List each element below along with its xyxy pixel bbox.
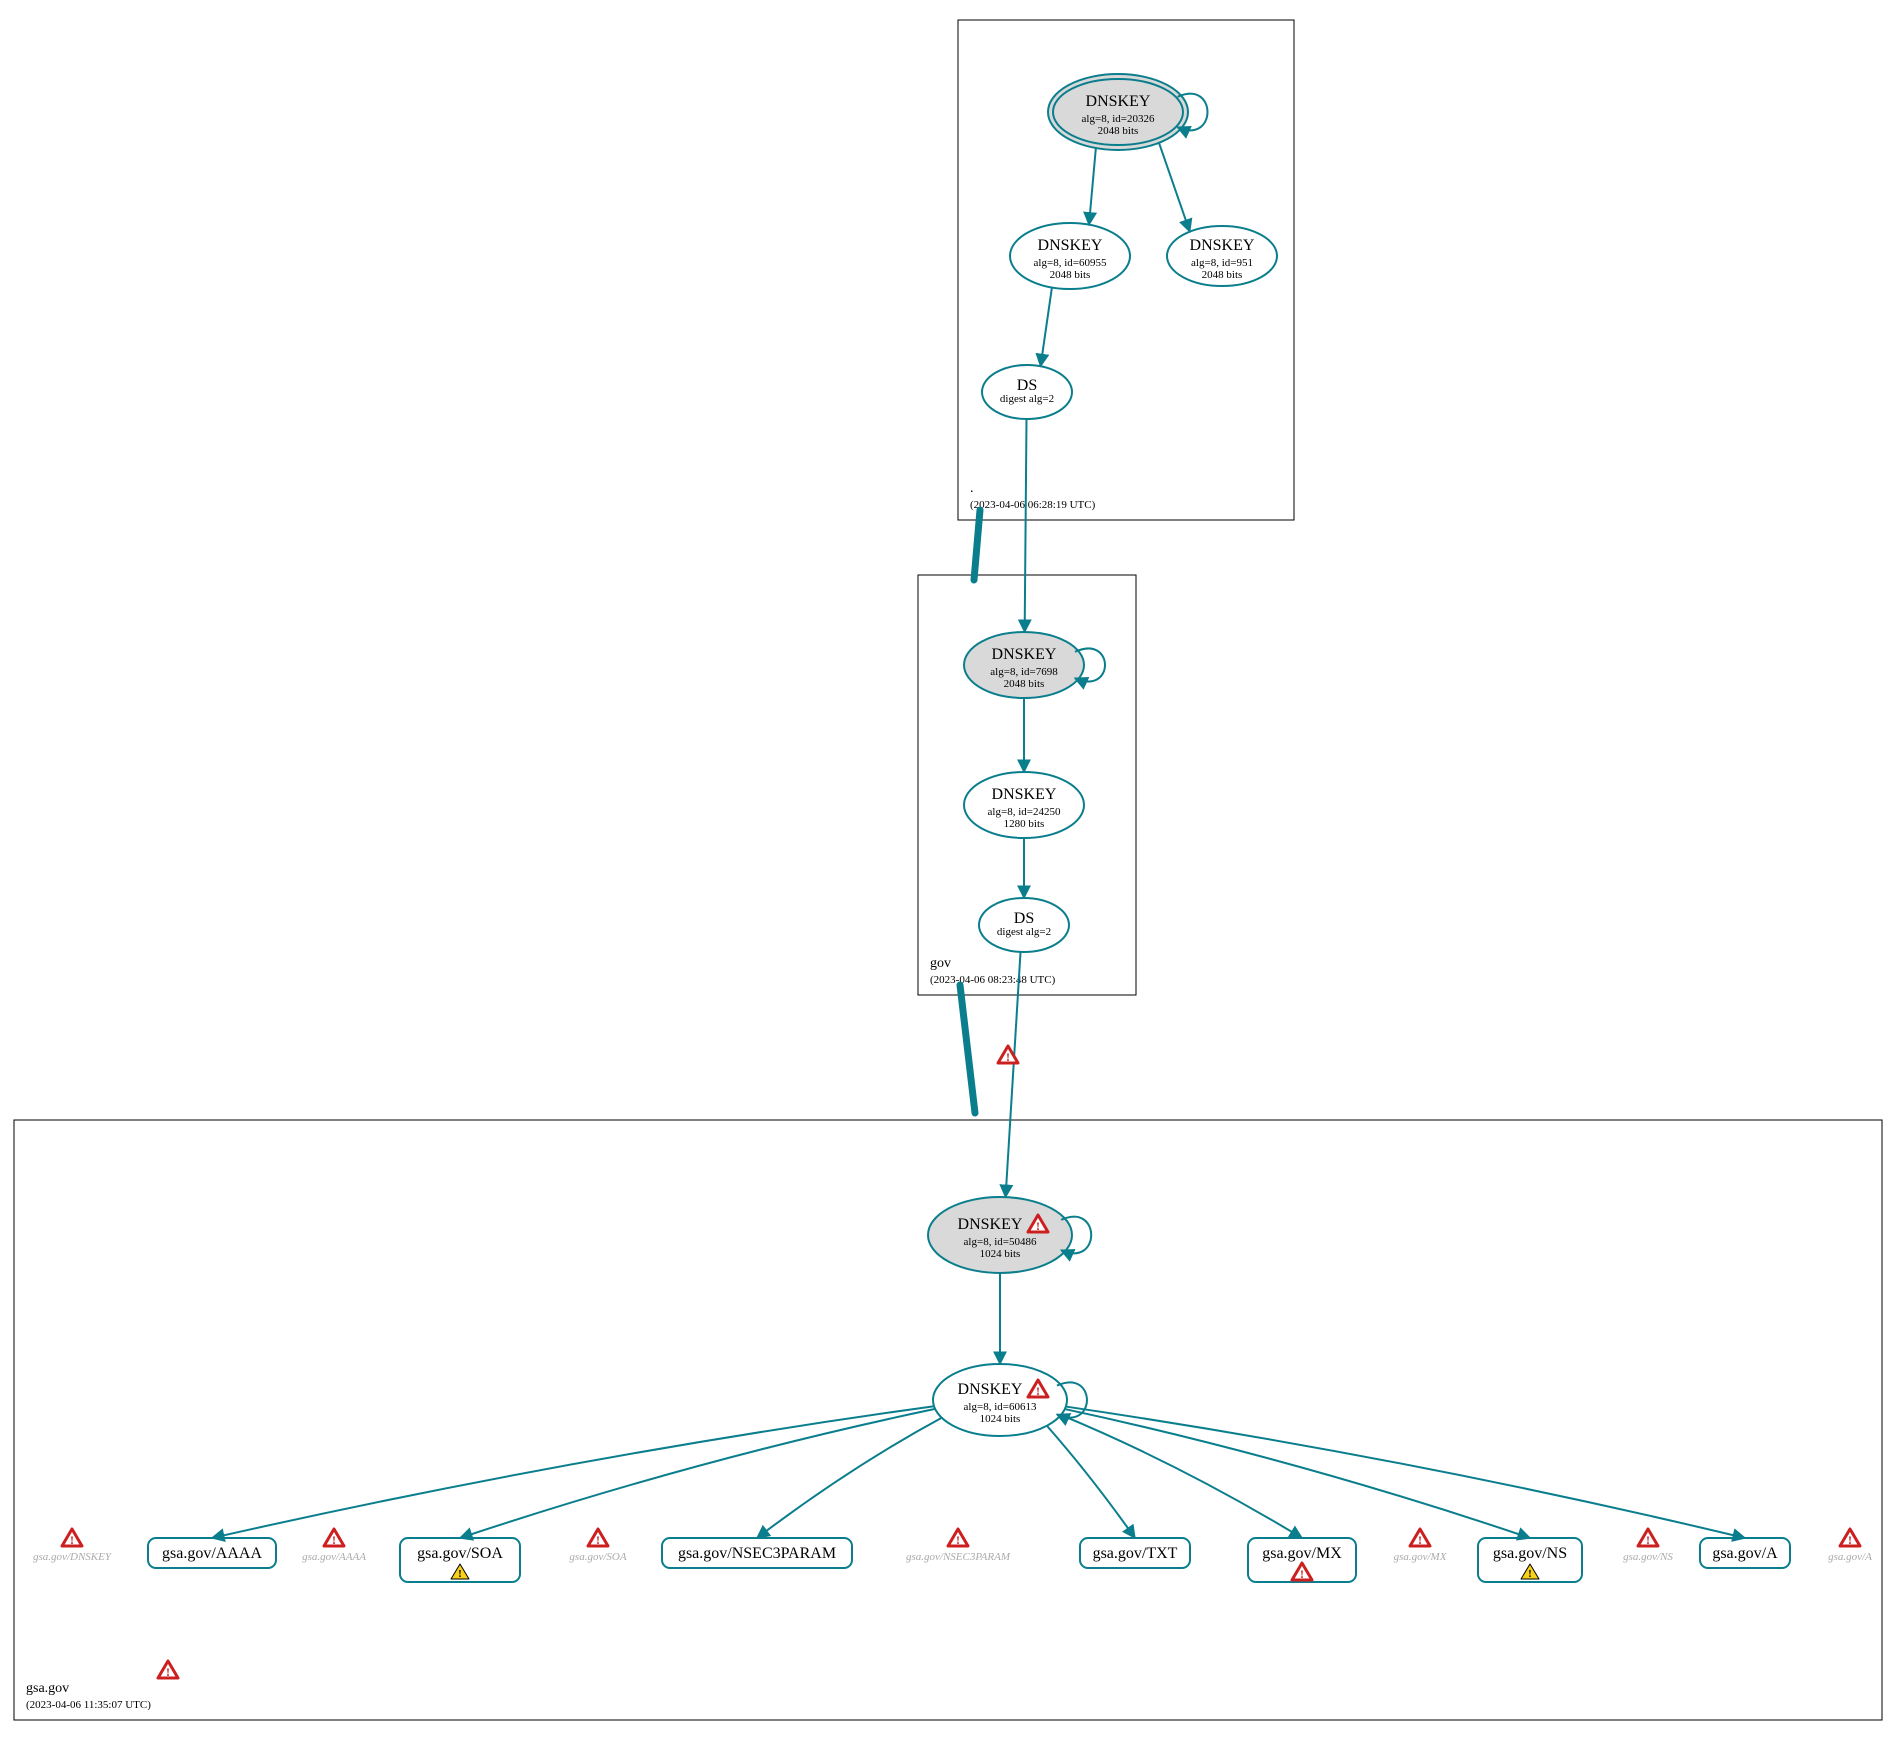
edge xyxy=(1089,148,1096,225)
svg-text:!: ! xyxy=(1036,1219,1040,1233)
faded-rrset: gsa.gov/MX xyxy=(1394,1551,1448,1563)
node-gov-ksk: DNSKEY alg=8, id=76982048 bits xyxy=(964,632,1105,698)
node-gsa-zsk: DNSKEY! alg=8, id=606131024 bits xyxy=(933,1364,1087,1436)
error-icon: ! xyxy=(158,1661,178,1679)
dnssec-graph: . (2023-04-06 06:28:19 UTC) DNSKEY alg=8, i… xyxy=(0,0,1901,1749)
svg-text:!: ! xyxy=(956,1533,960,1547)
rrset-label: gsa.gov/AAAA xyxy=(162,1545,262,1562)
node-title: DNSKEY xyxy=(992,646,1057,663)
node-sub: 2048 bits xyxy=(1098,125,1139,137)
zone-label: gov xyxy=(930,956,951,971)
node-title: DNSKEY xyxy=(958,1216,1023,1233)
rrset-node: gsa.gov/A xyxy=(1700,1538,1790,1568)
node-root-ds: DSdigest alg=2 xyxy=(982,365,1072,419)
rrset-label: gsa.gov/SOA xyxy=(417,1545,503,1562)
node-sub: 1024 bits xyxy=(980,1413,1021,1425)
svg-text:!: ! xyxy=(1006,1050,1010,1064)
svg-text:!: ! xyxy=(596,1533,600,1547)
node-sub: 2048 bits xyxy=(1202,269,1243,281)
svg-text:!: ! xyxy=(1300,1567,1304,1581)
faded-rrset: gsa.gov/NSEC3PARAM xyxy=(906,1551,1011,1563)
node-sub: 1280 bits xyxy=(1004,818,1045,830)
node-sub: alg=8, id=50486 xyxy=(964,1236,1037,1248)
error-icon: ! xyxy=(1638,1529,1658,1547)
node-gov-zsk: DNSKEY alg=8, id=242501280 bits xyxy=(964,772,1084,838)
node-sub: digest alg=2 xyxy=(997,926,1051,938)
edge xyxy=(1159,143,1190,232)
rrset-label: gsa.gov/TXT xyxy=(1093,1545,1178,1562)
svg-text:!: ! xyxy=(1848,1533,1852,1547)
svg-text:!: ! xyxy=(1036,1384,1040,1398)
rrset-node: gsa.gov/NS! xyxy=(1478,1538,1582,1582)
rrset-label: gsa.gov/NS xyxy=(1493,1545,1567,1562)
faded-rrset: gsa.gov/DNSKEY xyxy=(33,1551,113,1563)
rrset-node: gsa.gov/MX! xyxy=(1248,1538,1356,1582)
node-title: DNSKEY xyxy=(958,1381,1023,1398)
node-sub: alg=8, id=7698 xyxy=(990,666,1058,678)
faded-rrset: gsa.gov/AAAA xyxy=(302,1551,366,1563)
rrset-label: gsa.gov/NSEC3PARAM xyxy=(678,1545,836,1562)
node-gsa-ksk: DNSKEY! alg=8, id=504861024 bits xyxy=(928,1197,1091,1273)
node-sub: 1024 bits xyxy=(980,1248,1021,1260)
node-sub: alg=8, id=60955 xyxy=(1034,257,1107,269)
rrsig-edge xyxy=(757,1418,942,1538)
faded-rrset: gsa.gov/A xyxy=(1828,1551,1872,1563)
node-sub: 2048 bits xyxy=(1004,678,1045,690)
error-icon: ! xyxy=(1410,1529,1430,1547)
svg-text:!: ! xyxy=(332,1533,336,1547)
rrset-label: gsa.gov/A xyxy=(1712,1545,1778,1562)
svg-text:!: ! xyxy=(1646,1533,1650,1547)
node-root-ksk: DNSKEY alg=8, id=203262048 bits xyxy=(1048,74,1208,150)
edge xyxy=(1006,952,1021,1197)
zone-timestamp: (2023-04-06 11:35:07 UTC) xyxy=(26,1699,151,1711)
node-title: DNSKEY xyxy=(992,786,1057,803)
node-sub: digest alg=2 xyxy=(1000,393,1054,405)
zone-timestamp: (2023-04-06 08:23:48 UTC) xyxy=(930,974,1056,986)
svg-text:!: ! xyxy=(70,1533,74,1547)
rrsig-edge xyxy=(1066,1407,1745,1538)
node-sub: 2048 bits xyxy=(1050,269,1091,281)
rrsig-edge xyxy=(212,1406,934,1538)
node-sub: alg=8, id=24250 xyxy=(988,806,1061,818)
node-title: DS xyxy=(1014,910,1034,927)
node-title: DNSKEY xyxy=(1086,93,1151,110)
error-icon: ! xyxy=(588,1529,608,1547)
faded-rrset: gsa.gov/SOA xyxy=(569,1551,626,1563)
rrsig-edge xyxy=(1065,1409,1530,1538)
rrset-node: gsa.gov/SOA! xyxy=(400,1538,520,1582)
zone-timestamp: (2023-04-06 06:28:19 UTC) xyxy=(970,499,1096,511)
svg-text:!: ! xyxy=(458,1568,462,1580)
edge xyxy=(1041,287,1052,366)
error-icon: ! xyxy=(324,1529,344,1547)
node-sub: alg=8, id=20326 xyxy=(1082,113,1155,125)
zone-label: gsa.gov xyxy=(26,1681,69,1696)
svg-text:!: ! xyxy=(1418,1533,1422,1547)
rrset-node: gsa.gov/AAAA xyxy=(148,1538,276,1568)
faded-rrset: gsa.gov/NS xyxy=(1623,1551,1673,1563)
rrset-node: gsa.gov/NSEC3PARAM xyxy=(662,1538,852,1568)
edge xyxy=(1025,419,1027,632)
error-icon: ! xyxy=(948,1529,968,1547)
node-gov-ds: DSdigest alg=2 xyxy=(979,898,1069,952)
rrset-node: gsa.gov/TXT xyxy=(1080,1538,1190,1568)
rrsig-edge xyxy=(460,1409,935,1538)
node-title: DNSKEY xyxy=(1190,237,1255,254)
node-root-zsk: DNSKEY alg=8, id=609552048 bits xyxy=(1010,223,1130,289)
svg-text:!: ! xyxy=(1528,1568,1532,1580)
svg-text:!: ! xyxy=(166,1665,170,1679)
error-icon: ! xyxy=(1840,1529,1860,1547)
node-sub: alg=8, id=60613 xyxy=(964,1401,1037,1413)
error-icon: ! xyxy=(62,1529,82,1547)
node-sub: alg=8, id=951 xyxy=(1191,257,1253,269)
node-title: DS xyxy=(1017,377,1037,394)
node-root-zsk2: DNSKEY alg=8, id=9512048 bits xyxy=(1167,226,1277,286)
rrsig-edge xyxy=(1061,1415,1302,1538)
zone-label: . xyxy=(970,481,974,496)
rrset-label: gsa.gov/MX xyxy=(1262,1545,1342,1562)
node-title: DNSKEY xyxy=(1038,237,1103,254)
delegation-edge xyxy=(960,985,975,1113)
